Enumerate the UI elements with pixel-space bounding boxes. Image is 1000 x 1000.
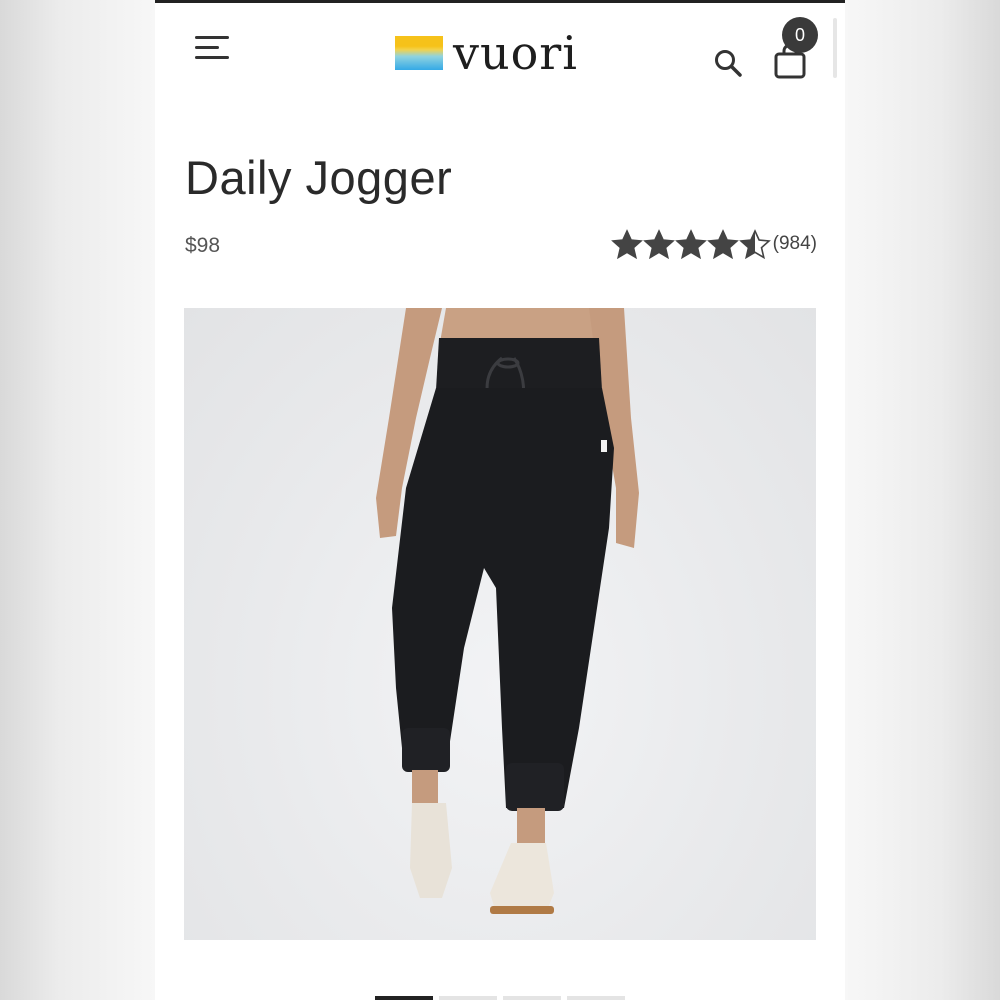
model-photo (376, 308, 639, 914)
star-icon (706, 229, 739, 259)
logo-text: vuori (453, 26, 579, 80)
product-price: $98 (185, 234, 221, 257)
menu-icon[interactable] (195, 36, 235, 68)
brand-logo[interactable]: vuori (395, 30, 578, 76)
star-icon (610, 229, 643, 259)
gallery-dot-1[interactable] (375, 996, 433, 1000)
gallery-dot-3[interactable] (503, 996, 561, 1000)
gallery-pagination (375, 996, 625, 1000)
gallery-dot-4[interactable] (567, 996, 625, 1000)
rating-stars (610, 229, 771, 259)
product-page: vuori 0 Daily Jogger $98 (984) (155, 0, 845, 1000)
site-header: vuori 0 (155, 0, 845, 110)
review-count[interactable]: (984) (773, 233, 817, 255)
product-image[interactable] (184, 308, 816, 940)
product-rating[interactable]: (984) (610, 229, 817, 259)
star-icon (642, 229, 675, 259)
gallery-dot-2[interactable] (439, 996, 497, 1000)
cart-count-badge[interactable]: 0 (782, 17, 818, 53)
search-icon[interactable] (713, 48, 743, 78)
product-title: Daily Jogger (185, 151, 453, 204)
star-icon (674, 229, 707, 259)
star-icon (738, 229, 771, 259)
logo-mark (395, 36, 443, 70)
